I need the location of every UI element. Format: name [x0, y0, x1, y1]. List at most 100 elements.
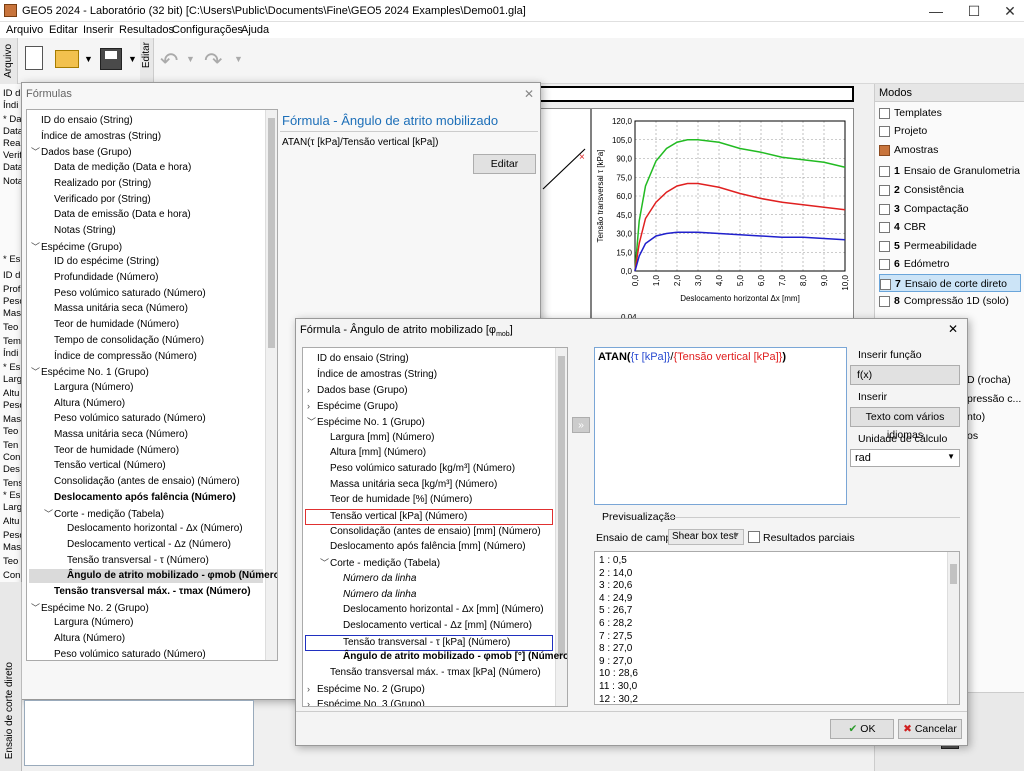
tree-item[interactable]: ID do ensaio (String): [31, 114, 133, 128]
open-dropdown-icon[interactable]: ▼: [84, 54, 93, 64]
save-dropdown-icon[interactable]: ▼: [128, 54, 137, 64]
mode-item[interactable]: 4 CBR: [879, 218, 1021, 236]
unit-select[interactable]: rad ▼: [850, 449, 960, 467]
tree-item[interactable]: Consolidação (antes de ensaio) [mm] (Núm…: [320, 525, 541, 539]
tree-item[interactable]: Tempo de consolidação (Número): [44, 334, 204, 348]
tree-item[interactable]: Tensão transversal - τ (Número): [57, 554, 209, 568]
tree-item[interactable]: ﹀Espécime (Grupo): [31, 240, 122, 255]
tree-item[interactable]: Massa unitária seca (Número): [44, 428, 188, 442]
menu-configuracoes[interactable]: Configurações: [172, 24, 243, 36]
mode-item[interactable]: 8 Compressão 1D (solo): [879, 292, 1021, 310]
expand-chevron-icon[interactable]: ﹀: [31, 240, 41, 254]
tree-item[interactable]: Ângulo de atrito mobilizado - φmob [°] (…: [333, 650, 567, 664]
tree-item[interactable]: ﹀Corte - medição (Tabela): [320, 556, 440, 571]
tree-item[interactable]: ﹀Espécime No. 1 (Grupo): [31, 365, 149, 380]
tree-item[interactable]: Tensão transversal máx. - τmax (Número): [44, 585, 251, 599]
tree-item[interactable]: Deslocamento vertical - Δz (Número): [57, 538, 231, 552]
expand-chevron-icon[interactable]: ﹀: [44, 507, 54, 521]
tree-item[interactable]: Altura (Número): [44, 632, 125, 646]
tree-item[interactable]: Número da linha: [333, 572, 416, 586]
mode-item[interactable]: 1 Ensaio de Granulometria: [879, 162, 1021, 180]
open-folder-icon[interactable]: [55, 50, 79, 68]
tree-item[interactable]: Peso volúmico saturado (Número): [44, 287, 206, 301]
field-test-select[interactable]: Shear box test ▼: [668, 529, 744, 545]
mode-item[interactable]: 2 Consistência: [879, 181, 1021, 199]
tree-item[interactable]: Data de medição (Data e hora): [44, 161, 191, 175]
tree-item[interactable]: Tensão transversal - τ [kPa] (Número): [305, 634, 553, 651]
tree-item[interactable]: Tensão vertical (Número): [44, 459, 166, 473]
tree-item[interactable]: Largura (Número): [44, 381, 133, 395]
mode-item[interactable]: 3 Compactação: [879, 200, 1021, 218]
tree-item[interactable]: Altura [mm] (Número): [320, 446, 426, 460]
tree-item[interactable]: Índice de amostras (String): [307, 368, 437, 382]
tree-item[interactable]: Tensão vertical [kPa] (Número): [305, 509, 553, 525]
preview-list[interactable]: 1 : 0,5 2 : 14,0 3 : 20,6 4 : 24,9 5 : 26,7 6…: [594, 551, 960, 705]
partial-results-checkbox[interactable]: [748, 531, 760, 543]
dialog-tree[interactable]: ID do ensaio (String) Índice de amostras …: [302, 347, 568, 707]
tree-item[interactable]: Consolidação (antes de ensaio) (Número): [44, 475, 240, 489]
tree-item[interactable]: Deslocamento horizontal - Δx (Número): [57, 522, 243, 536]
maximize-button[interactable]: ☐: [954, 2, 994, 20]
tree-item[interactable]: Teor de humidade [%] (Número): [320, 493, 472, 507]
tree-item[interactable]: Deslocamento após falência (Número): [44, 491, 236, 505]
tree-item[interactable]: Teor de humidade (Número): [44, 318, 179, 332]
menu-inserir[interactable]: Inserir: [83, 24, 114, 36]
expand-chevron-icon[interactable]: ﹀: [31, 365, 41, 379]
expand-chevron-icon[interactable]: ﹀: [31, 601, 41, 615]
expand-chevron-icon[interactable]: ﹀: [320, 556, 330, 570]
tree-item[interactable]: ID do espécime (String): [44, 255, 159, 269]
tree-item[interactable]: Peso volúmico saturado (Número): [44, 412, 206, 426]
tree-item[interactable]: Ângulo de atrito mobilizado - φmob (Núme…: [29, 569, 277, 584]
expand-chevron-icon[interactable]: ›: [307, 399, 317, 413]
tree-item[interactable]: › Espécime No. 3 (Grupo): [307, 697, 425, 706]
new-file-icon[interactable]: [25, 46, 43, 70]
tree-item[interactable]: Verificado por (String): [44, 193, 151, 207]
formulas-tree[interactable]: ID do ensaio (String) Índice de amostras …: [26, 109, 278, 661]
menu-ajuda[interactable]: Ajuda: [241, 24, 269, 36]
tree-item[interactable]: ID do ensaio (String): [307, 352, 409, 366]
cancel-button[interactable]: ✖ Cancelar: [898, 719, 962, 739]
tree-item[interactable]: Altura (Número): [44, 397, 125, 411]
mode-item[interactable]: Templates: [879, 104, 1021, 122]
tree-item[interactable]: Notas (String): [44, 224, 116, 238]
tree-item[interactable]: Massa unitária seca (Número): [44, 302, 188, 316]
close-button[interactable]: ✕: [990, 2, 1024, 20]
insert-variable-button[interactable]: »: [572, 417, 590, 433]
minimize-button[interactable]: —: [916, 2, 956, 20]
expand-chevron-icon[interactable]: ›: [307, 383, 317, 397]
expand-chevron-icon[interactable]: ›: [307, 697, 317, 706]
dialog-close-button[interactable]: ✕: [948, 322, 958, 336]
tree-item[interactable]: ﹀Espécime No. 1 (Grupo): [307, 415, 425, 430]
menu-editar[interactable]: Editar: [49, 24, 78, 36]
tree-item[interactable]: Peso volúmico saturado (Número): [44, 648, 206, 660]
multilang-text-button[interactable]: Texto com vários idiomas: [850, 407, 960, 441]
tree-item[interactable]: Peso volúmico saturado [kg/m³] (Número): [320, 462, 515, 476]
formulas-close-button[interactable]: ✕: [524, 87, 534, 101]
tree-item[interactable]: Índice de compressão (Número): [44, 350, 197, 364]
tree-item[interactable]: ﹀Dados base (Grupo): [31, 145, 132, 160]
tree-item[interactable]: › Espécime (Grupo): [307, 399, 398, 414]
tree-item[interactable]: › Espécime No. 2 (Grupo): [307, 682, 425, 697]
tree-item[interactable]: Realizado por (String): [44, 177, 151, 191]
mode-item[interactable]: Projeto: [879, 122, 1021, 140]
ok-button[interactable]: ✔ OK: [830, 719, 894, 739]
fx-button[interactable]: f(x): [850, 365, 960, 385]
undo-dropdown-icon[interactable]: ▼: [186, 54, 195, 64]
tree-item[interactable]: Massa unitária seca [kg/m³] (Número): [320, 478, 497, 492]
formula-edit-button[interactable]: Editar: [473, 154, 536, 174]
tree-item[interactable]: ﹀Espécime No. 2 (Grupo): [31, 601, 149, 616]
tree-item[interactable]: Deslocamento horizontal - Δx [mm] (Númer…: [333, 603, 544, 617]
redo-dropdown-icon[interactable]: ▼: [234, 54, 243, 64]
tree-item[interactable]: Data de emissão (Data e hora): [44, 208, 191, 222]
expand-chevron-icon[interactable]: ﹀: [31, 145, 41, 159]
tree-item[interactable]: Deslocamento vertical - Δz [mm] (Número): [333, 619, 532, 633]
menu-resultados[interactable]: Resultados: [119, 24, 174, 36]
tree-item[interactable]: Largura [mm] (Número): [320, 431, 434, 445]
redo-icon[interactable]: ↷: [204, 48, 222, 74]
menu-arquivo[interactable]: Arquivo: [6, 24, 43, 36]
mode-item[interactable]: 5 Permeabilidade: [879, 237, 1021, 255]
tree-item[interactable]: Largura (Número): [44, 616, 133, 630]
tree-item[interactable]: Número da linha: [333, 588, 416, 602]
expand-chevron-icon[interactable]: ›: [307, 682, 317, 696]
bottom-side-tab[interactable]: Ensaio de corte direto: [4, 662, 15, 759]
